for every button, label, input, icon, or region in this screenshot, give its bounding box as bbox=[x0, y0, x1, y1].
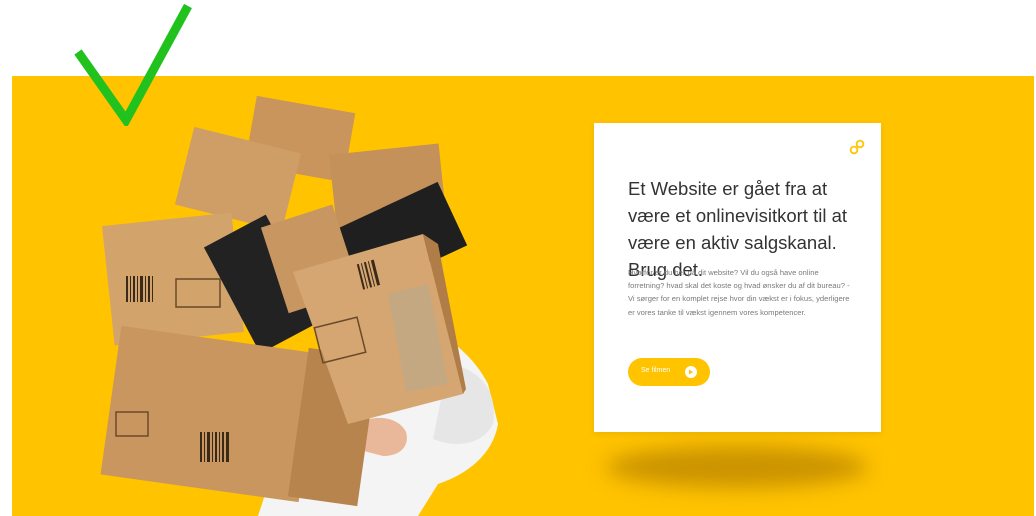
hero-photo-person-with-boxes bbox=[100, 95, 498, 516]
card-shadow bbox=[606, 446, 868, 488]
watch-film-button[interactable]: Se filmen bbox=[628, 358, 710, 386]
watch-film-label: Se filmen bbox=[641, 367, 671, 374]
check-mark-icon bbox=[74, 3, 192, 126]
arrow-right-icon bbox=[685, 366, 697, 378]
card-body-text: Hvorfor er du her på dit website? Vil du… bbox=[628, 268, 850, 317]
promo-card: Et Website er gået fra at være et online… bbox=[594, 123, 881, 432]
link-chain-icon[interactable] bbox=[849, 139, 865, 155]
